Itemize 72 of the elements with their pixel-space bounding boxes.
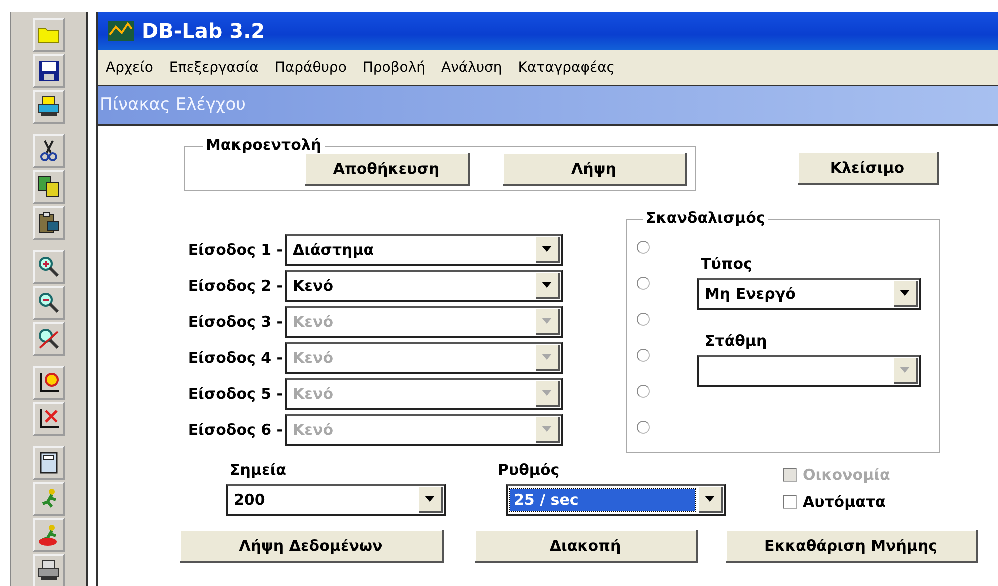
zoom-in-button[interactable] [32, 250, 64, 284]
menu-item[interactable]: Επεξεργασία [169, 60, 259, 76]
input-dropdown[interactable]: Διάστημα [285, 234, 563, 266]
macro-button[interactable]: Αποθήκευση [305, 153, 470, 186]
app-icon [108, 21, 134, 41]
macro-button[interactable]: Λήψη [503, 153, 687, 186]
menu-item[interactable]: Καταγραφέας [518, 60, 616, 76]
caret-icon [542, 246, 552, 252]
zoom-in-icon [36, 255, 60, 279]
printer-button[interactable] [32, 90, 64, 124]
rate-label: Ρυθμός [498, 461, 561, 479]
checkbox[interactable] [783, 495, 797, 509]
copy-icon [36, 175, 60, 199]
caret-icon [542, 390, 552, 396]
caret-icon [542, 426, 552, 432]
radio-button[interactable] [637, 313, 650, 326]
scanner-icon [36, 559, 60, 583]
zoom-cancel-icon [36, 327, 60, 351]
panel-title: Πίνακας Ελέγχου [100, 95, 246, 115]
runner-button[interactable] [32, 482, 64, 516]
input-label: Είσοδος 2 - [187, 277, 283, 295]
input-label: Είσοδος 5 - [187, 385, 283, 403]
menu-item[interactable]: Αρχείο [106, 60, 154, 76]
points-dropdown[interactable]: 200 [226, 484, 446, 516]
printer-icon [36, 95, 60, 119]
type-label: Τύπος [701, 255, 754, 273]
floppy-icon [36, 59, 60, 83]
caret-icon [705, 496, 715, 502]
menu-item[interactable]: Προβολή [362, 60, 426, 76]
group-label: Σκανδαλισμός [643, 209, 768, 227]
group-label: Μακροεντολή [203, 136, 325, 154]
action-button[interactable]: Διακοπή [475, 530, 698, 563]
action-button[interactable]: Εκκαθάριση Μνήμης [726, 530, 978, 563]
level-label: Στάθμη [705, 332, 768, 350]
input-label: Είσοδος 3 - [187, 313, 283, 331]
scanner-button[interactable] [32, 554, 64, 586]
radio-button[interactable] [637, 421, 650, 434]
window-title: DB-Lab 3.2 [142, 19, 266, 43]
calculator-button[interactable] [32, 446, 64, 480]
points-label: Σημεία [230, 461, 288, 479]
caret-icon [425, 496, 435, 502]
radio-button[interactable] [637, 241, 650, 254]
input-dropdown[interactable]: Κενό [285, 270, 563, 302]
radio-button[interactable] [637, 385, 650, 398]
zoom-out-button[interactable] [32, 286, 64, 320]
axis-delete-button[interactable] [32, 402, 64, 436]
radio-button[interactable] [637, 277, 650, 290]
checkbox-label: Οικονομία [803, 466, 890, 484]
caret-icon [542, 318, 552, 324]
caret-icon [900, 290, 910, 296]
zoom-out-icon [36, 291, 60, 315]
floppy-button[interactable] [32, 54, 64, 88]
input-label: Είσοδος 1 - [187, 241, 283, 259]
input-label: Είσοδος 4 - [187, 349, 283, 367]
checkbox-label: Αυτόματα [803, 493, 886, 511]
rate-dropdown[interactable]: 25 / sec [506, 484, 726, 516]
input-label: Είσοδος 6 - [187, 421, 283, 439]
action-button[interactable]: Λήψη Δεδομένων [180, 530, 444, 563]
caret-icon [900, 367, 910, 373]
type-dropdown[interactable]: Μη Ενεργό [697, 278, 921, 310]
paste-button[interactable] [32, 206, 64, 240]
copy-button[interactable] [32, 170, 64, 204]
close-button[interactable]: Κλείσιμο [798, 152, 939, 185]
caret-icon [542, 282, 552, 288]
scissors-button[interactable] [32, 134, 64, 168]
menu-item[interactable]: Παράθυρο [274, 60, 347, 76]
paste-icon [36, 211, 60, 235]
caret-icon [542, 354, 552, 360]
runner-blob-button[interactable] [32, 518, 64, 552]
menu-item[interactable]: Ανάλυση [442, 60, 502, 76]
radio-button[interactable] [637, 349, 650, 362]
zoom-cancel-button[interactable] [32, 322, 64, 356]
